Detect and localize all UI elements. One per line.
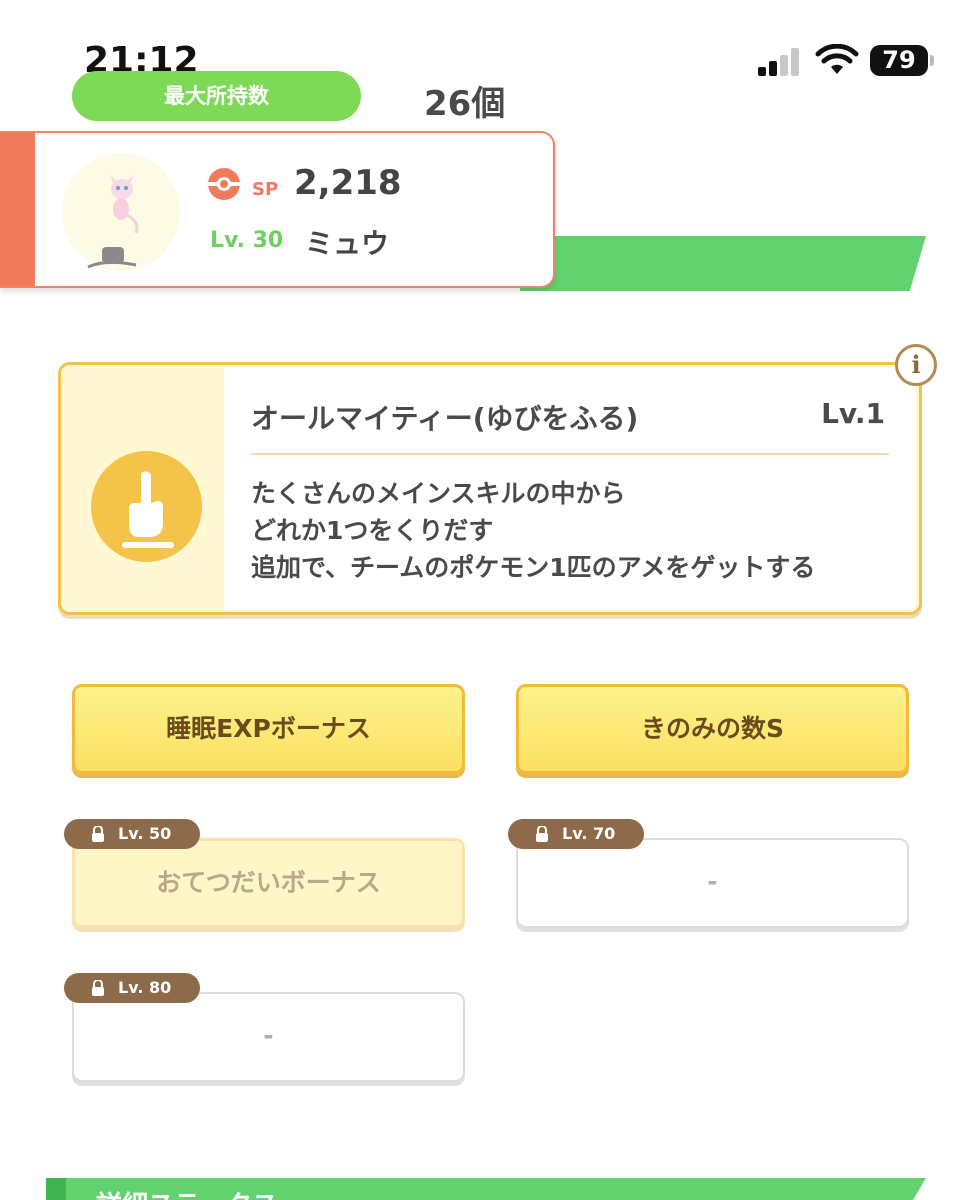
skill-divider (251, 453, 889, 455)
lock-badge-lv70: Lv. 70 (508, 819, 644, 849)
lock-level: Lv. 70 (562, 824, 616, 843)
sub-skill-3[interactable]: おてつだいボーナス (72, 838, 465, 928)
pokemon-avatar (62, 153, 180, 271)
info-button[interactable]: i (895, 344, 937, 386)
battery-tip (930, 55, 934, 66)
pokemon-level: Lv. 30 (210, 228, 284, 253)
sp-value: 2,218 (294, 163, 402, 203)
wifi-icon (815, 44, 859, 74)
sub-skill-1[interactable]: 睡眠EXPボーナス (72, 684, 465, 774)
lock-badge-lv80: Lv. 80 (64, 973, 200, 1003)
skill-desc-line: たくさんのメインスキルの中から (251, 479, 626, 508)
lock-level: Lv. 50 (118, 824, 172, 843)
pokemon-shadow (87, 247, 137, 269)
skill-desc-line: 追加で、チームのポケモン1匹のアメをゲットする (251, 553, 816, 582)
lock-icon (92, 980, 104, 996)
section-title: 詳細ステータス (96, 1185, 278, 1200)
header-ribbon (520, 236, 926, 291)
main-skill-description: たくさんのメインスキルの中から どれか1つをくりだす 追加で、チームのポケモン1… (251, 475, 815, 586)
section-header-edge (46, 1178, 66, 1200)
card-stripe (0, 133, 35, 286)
sub-skill-2[interactable]: きのみの数S (516, 684, 909, 774)
main-skill-panel: オールマイティー(ゆびをふる) Lv.1 たくさんのメインスキルの中から どれか… (58, 362, 922, 615)
lock-icon (92, 826, 104, 842)
main-skill-name: オールマイティー(ゆびをふる) (251, 402, 639, 435)
lock-level: Lv. 80 (118, 978, 172, 997)
pokemon-card[interactable]: SP 2,218 Lv. 30 ミュウ (0, 131, 555, 288)
lock-icon (536, 826, 548, 842)
skill-desc-line: どれか1つをくりだす (251, 516, 494, 545)
lock-badge-lv50: Lv. 50 (64, 819, 200, 849)
pokeball-icon (208, 168, 240, 200)
sub-skill-4[interactable]: - (516, 838, 909, 928)
sp-label: SP (252, 179, 279, 200)
sub-skill-5[interactable]: - (72, 992, 465, 1082)
battery-icon: 79 (870, 45, 928, 76)
metronome-finger-icon (91, 451, 202, 562)
max-holding-count: 26個 (424, 84, 506, 124)
mew-icon (110, 175, 139, 234)
max-holding-label: 最大所持数 (72, 71, 361, 121)
skill-icon-panel (61, 365, 224, 612)
signal-icon (758, 48, 802, 76)
main-skill-level: Lv.1 (821, 397, 885, 430)
pokemon-name: ミュウ (305, 227, 390, 260)
